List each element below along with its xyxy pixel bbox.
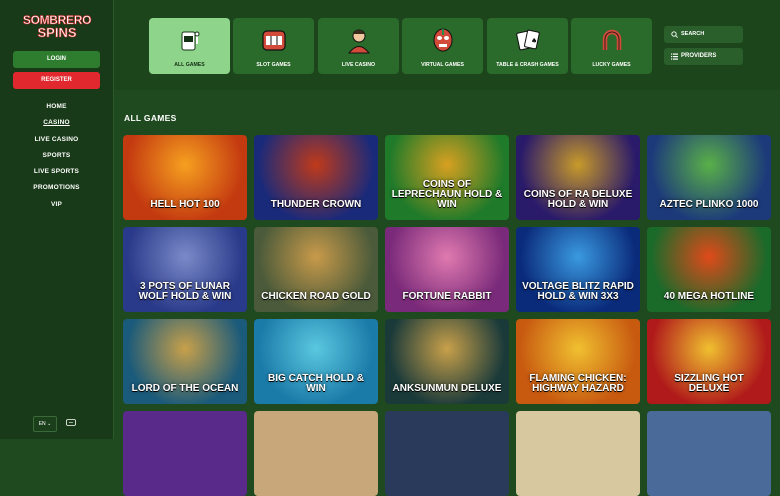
- game-title: COINS OF LEPRECHAUN HOLD & WIN: [391, 179, 503, 210]
- wrestler-mask-icon: [433, 28, 452, 52]
- game-tile[interactable]: ANKSUNMUN DELUXE: [385, 319, 509, 404]
- main-nav: HOME CASINO LIVE CASINO SPORTS LIVE SPOR…: [0, 100, 113, 214]
- horseshoe-icon: [602, 29, 621, 50]
- register-button[interactable]: REGISTER: [13, 72, 100, 89]
- game-tile[interactable]: COINS OF LEPRECHAUN HOLD & WIN: [385, 135, 509, 220]
- game-title: FLAMING CHICKEN: HIGHWAY HAZARD: [529, 373, 627, 394]
- nav-sports[interactable]: SPORTS: [0, 149, 113, 165]
- game-title: 3 POTS OF LUNAR WOLF HOLD & WIN: [138, 281, 232, 302]
- slot-machine-icon: [181, 31, 199, 51]
- search-label: SEARCH: [681, 31, 705, 37]
- category-table-crash-games[interactable]: ♠ TABLE & CRASH GAMES: [487, 18, 568, 74]
- search-button[interactable]: SEARCH: [664, 26, 743, 43]
- game-title: ANKSUNMUN DELUXE: [392, 383, 502, 394]
- section-title: ALL GAMES: [124, 113, 177, 123]
- login-button[interactable]: LOGIN: [13, 51, 100, 68]
- game-tile[interactable]: [647, 411, 771, 496]
- game-tile[interactable]: VOLTAGE BLITZ RAPID HOLD & WIN 3X3: [516, 227, 640, 312]
- category-live-casino[interactable]: LIVE CASINO: [318, 18, 399, 74]
- game-title: THUNDER CROWN: [270, 199, 362, 210]
- game-tile[interactable]: LORD OF THE OCEAN: [123, 319, 247, 404]
- svg-text:♠: ♠: [531, 37, 537, 45]
- game-tile[interactable]: 3 POTS OF LUNAR WOLF HOLD & WIN: [123, 227, 247, 312]
- nav-live-casino[interactable]: LIVE CASINO: [0, 133, 113, 149]
- category-label: VIRTUAL GAMES: [421, 62, 464, 68]
- nav-vip[interactable]: VIP: [0, 198, 113, 214]
- game-tile[interactable]: CHICKEN ROAD GOLD: [254, 227, 378, 312]
- category-lucky-games[interactable]: LUCKY GAMES: [571, 18, 652, 74]
- slot-reels-icon: [261, 30, 286, 51]
- chat-icon[interactable]: [66, 419, 76, 427]
- category-bar: ALL GAMES SLOT GAMES LIVE CASINO VIRTUAL…: [114, 0, 780, 90]
- game-tile[interactable]: COINS OF RA DELUXE HOLD & WIN: [516, 135, 640, 220]
- game-title: CHICKEN ROAD GOLD: [261, 291, 371, 302]
- game-tile[interactable]: [385, 411, 509, 496]
- playing-cards-icon: ♠: [515, 29, 540, 51]
- game-title: FORTUNE RABBIT: [402, 291, 492, 302]
- sidebar: SOMBRERO SPINS LOGIN REGISTER HOME CASIN…: [0, 0, 114, 439]
- category-all-games[interactable]: ALL GAMES: [149, 18, 230, 74]
- category-label: ALL GAMES: [174, 62, 205, 68]
- nav-home[interactable]: HOME: [0, 100, 113, 116]
- chevron-down-icon: ⌄: [47, 421, 52, 427]
- game-tile[interactable]: BIG CATCH HOLD & WIN: [254, 319, 378, 404]
- game-tile[interactable]: THUNDER CROWN: [254, 135, 378, 220]
- game-tile[interactable]: HELL HOT 100: [123, 135, 247, 220]
- game-title: BIG CATCH HOLD & WIN: [268, 373, 364, 394]
- providers-label: PROVIDERS: [681, 53, 717, 59]
- category-slot-games[interactable]: SLOT GAMES: [233, 18, 314, 74]
- game-tile[interactable]: [516, 411, 640, 496]
- nav-casino[interactable]: CASINO: [0, 116, 113, 132]
- nav-live-sports[interactable]: LIVE SPORTS: [0, 165, 113, 181]
- game-tile[interactable]: AZTEC PLINKO 1000: [647, 135, 771, 220]
- game-title: VOLTAGE BLITZ RAPID HOLD & WIN 3X3: [522, 281, 634, 302]
- game-title: LORD OF THE OCEAN: [131, 383, 239, 394]
- game-tile[interactable]: SIZZLING HOT DELUXE: [647, 319, 771, 404]
- nav-promotions[interactable]: PROMOTIONS: [0, 181, 113, 197]
- dealer-icon: [347, 29, 370, 54]
- game-title: AZTEC PLINKO 1000: [659, 199, 759, 210]
- language-code: EN: [38, 421, 46, 427]
- game-title: COINS OF RA DELUXE HOLD & WIN: [523, 189, 633, 210]
- game-tile[interactable]: [123, 411, 247, 496]
- game-title: 40 MEGA HOTLINE: [663, 291, 755, 302]
- game-tile[interactable]: [254, 411, 378, 496]
- language-selector[interactable]: EN ⌄: [33, 416, 57, 432]
- game-title: HELL HOT 100: [150, 199, 220, 210]
- list-icon: [671, 53, 678, 60]
- brand-line2: SPINS: [37, 25, 77, 40]
- category-label: LIVE CASINO: [341, 62, 376, 68]
- category-label: LUCKY GAMES: [592, 62, 631, 68]
- category-label: SLOT GAMES: [256, 62, 291, 68]
- game-tile[interactable]: FORTUNE RABBIT: [385, 227, 509, 312]
- game-title: SIZZLING HOT DELUXE: [674, 373, 744, 394]
- game-tile[interactable]: 40 MEGA HOTLINE: [647, 227, 771, 312]
- category-label: TABLE & CRASH GAMES: [496, 62, 559, 68]
- brand-logo[interactable]: SOMBRERO SPINS: [18, 14, 96, 40]
- providers-button[interactable]: PROVIDERS: [664, 48, 743, 65]
- game-tile[interactable]: FLAMING CHICKEN: HIGHWAY HAZARD: [516, 319, 640, 404]
- category-virtual-games[interactable]: VIRTUAL GAMES: [402, 18, 483, 74]
- search-icon: [671, 31, 678, 38]
